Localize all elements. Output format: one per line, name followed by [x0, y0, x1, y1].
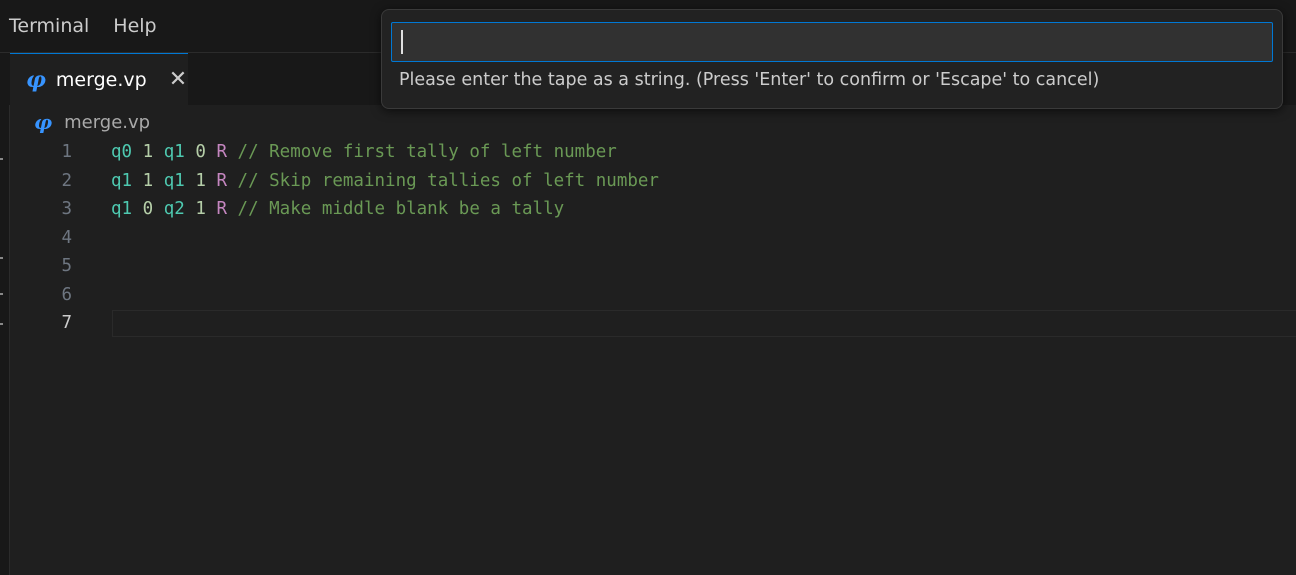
token-num: 1	[142, 170, 154, 191]
token-dir: R	[216, 199, 227, 219]
close-icon[interactable]: ✕	[169, 68, 187, 91]
code-line[interactable]: 6	[0, 281, 1296, 310]
line-number: 7	[61, 313, 72, 333]
line-number: 2	[61, 170, 72, 191]
tape-input[interactable]	[391, 22, 1273, 62]
line-number: 3	[61, 199, 72, 219]
tab-label: merge.vp	[55, 68, 147, 91]
token-state: q1	[163, 142, 185, 162]
quick-input-message: Please enter the tape as a string. (Pres…	[399, 70, 1100, 90]
code-line[interactable]: 2 q1 1 q1 1 R // Skip remaining tallies o…	[0, 167, 1296, 196]
token-dir: R	[216, 170, 227, 191]
token-state: q0	[111, 142, 133, 162]
tab-merge-vp[interactable]: φ merge.vp ✕	[10, 53, 188, 105]
token-comment: // Make middle blank be a tally	[237, 199, 565, 219]
token-num: 1	[142, 142, 154, 162]
text-caret	[401, 30, 403, 54]
token-dir: R	[216, 142, 227, 162]
token-state: q2	[163, 199, 185, 219]
token-num: 0	[195, 142, 206, 162]
line-number: 6	[61, 284, 72, 305]
code-line[interactable]: 3 q1 0 q2 1 R // Make middle blank be a t…	[0, 195, 1296, 224]
token-num: 1	[195, 170, 206, 191]
quick-input-widget: Please enter the tape as a string. (Pres…	[381, 9, 1283, 109]
vp-file-icon: φ	[34, 110, 53, 134]
token-num: 0	[142, 199, 154, 219]
code-line[interactable]: 4	[0, 224, 1296, 253]
breadcrumb[interactable]: φ merge.vp	[34, 110, 150, 134]
vp-file-icon: φ	[26, 66, 46, 93]
token-state: q1	[163, 170, 185, 191]
breadcrumb-file[interactable]: merge.vp	[64, 112, 150, 133]
token-comment: // Skip remaining tallies of left number	[237, 170, 659, 191]
token-num: 1	[195, 199, 206, 219]
menu-help[interactable]: Help	[101, 0, 168, 52]
code-line[interactable]: 5	[0, 252, 1296, 281]
line-number: 5	[61, 256, 72, 276]
menu-terminal[interactable]: Terminal	[0, 0, 101, 52]
token-comment: // Remove first tally of left number	[237, 142, 617, 162]
code-editor[interactable]: 1 q0 1 q1 0 R // Remove first tally of le…	[0, 138, 1296, 575]
line-number: 4	[61, 227, 72, 248]
line-code: q1 1 q1 1 R // Skip remaining tallies of…	[111, 167, 659, 196]
code-line[interactable]: 7	[0, 309, 1296, 338]
token-state: q1	[111, 170, 133, 191]
line-number: 1	[61, 142, 72, 162]
token-state: q1	[111, 199, 133, 219]
code-line[interactable]: 1 q0 1 q1 0 R // Remove first tally of le…	[0, 138, 1296, 167]
line-code: q1 0 q2 1 R // Make middle blank be a ta…	[111, 195, 564, 224]
line-code: q0 1 q1 0 R // Remove first tally of lef…	[111, 138, 617, 167]
